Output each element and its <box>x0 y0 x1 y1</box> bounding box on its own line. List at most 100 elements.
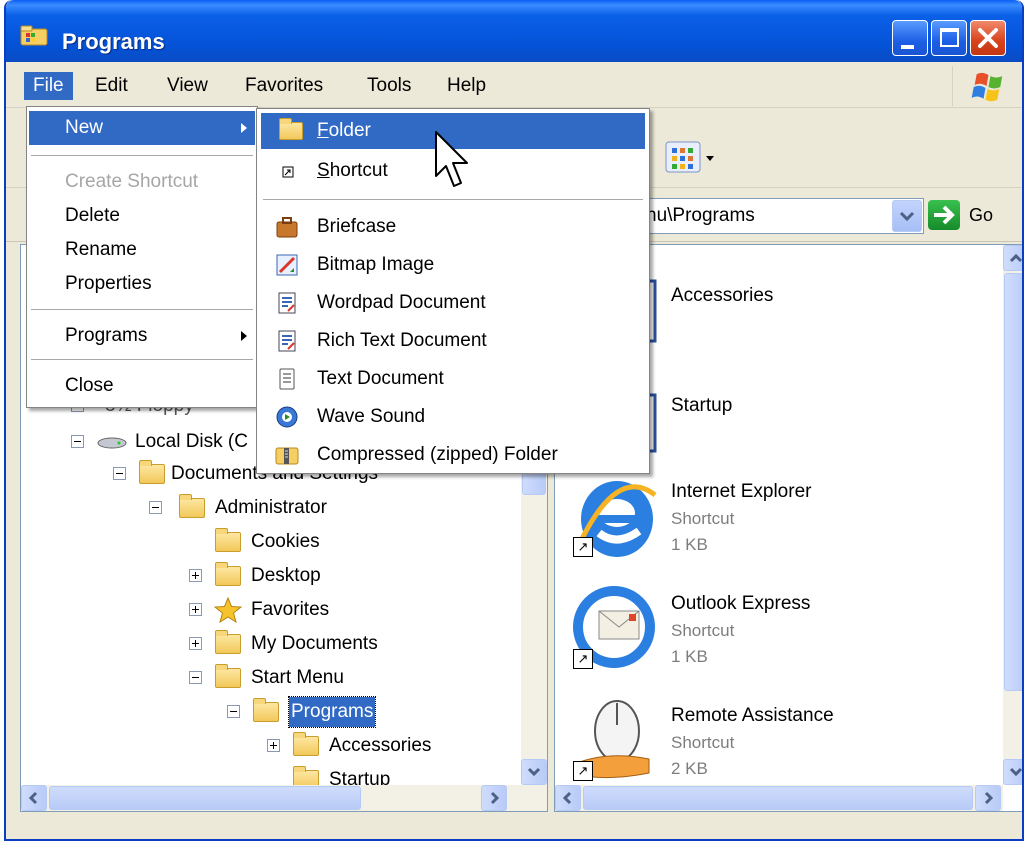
files-vertical-scrollbar[interactable] <box>1003 245 1022 785</box>
scroll-left-button[interactable] <box>555 785 581 811</box>
title-bar[interactable]: Programs <box>6 0 1022 62</box>
chevron-down-icon <box>527 767 541 777</box>
file-item-internet-explorer[interactable]: Internet Explorer <box>671 481 811 503</box>
scroll-right-button[interactable] <box>975 785 1001 811</box>
tree-label: Local Disk (C <box>135 431 248 452</box>
sound-icon <box>276 406 298 428</box>
close-button[interactable] <box>970 20 1006 56</box>
collapse-toggle[interactable] <box>189 671 202 684</box>
scroll-up-button[interactable] <box>1003 245 1022 271</box>
menu-separator <box>31 155 253 156</box>
shortcut-arrow-icon: ↗ <box>573 537 593 557</box>
collapse-toggle[interactable] <box>149 501 162 514</box>
menu-separator <box>31 309 253 310</box>
tree-horizontal-scrollbar[interactable] <box>21 785 547 811</box>
scroll-thumb[interactable] <box>583 786 973 810</box>
files-horizontal-scrollbar[interactable] <box>555 785 1003 811</box>
scroll-thumb[interactable] <box>49 786 361 810</box>
menu-edit[interactable]: Edit <box>86 72 137 100</box>
rich-text-document-icon <box>278 330 296 352</box>
folder-icon <box>215 528 241 552</box>
tree-label: Accessories <box>329 735 432 756</box>
menu-item-label: Bitmap Image <box>317 254 435 275</box>
file-type: Shortcut <box>671 621 735 640</box>
file-item-remote-assistance[interactable]: Remote Assistance <box>671 705 834 727</box>
go-label[interactable]: Go <box>969 205 993 226</box>
minimize-button[interactable] <box>892 20 928 56</box>
collapse-toggle[interactable] <box>227 705 240 718</box>
menu-item-close[interactable]: Close <box>29 369 255 403</box>
file-size: 2 KB <box>671 759 708 778</box>
go-button[interactable] <box>928 200 960 230</box>
menu-file[interactable]: File <box>24 72 73 100</box>
menu-item-delete[interactable]: Delete <box>29 199 255 233</box>
scroll-left-button[interactable] <box>21 785 47 811</box>
expand-toggle[interactable] <box>189 569 202 582</box>
expand-toggle[interactable] <box>189 603 202 616</box>
briefcase-icon <box>276 217 298 238</box>
expand-toggle[interactable] <box>267 739 280 752</box>
windows-logo-icon <box>952 66 1003 106</box>
menu-view[interactable]: View <box>158 72 217 100</box>
file-item-accessories[interactable]: Accessories <box>671 285 773 307</box>
submenu-item-rich-text[interactable]: Rich Text Document <box>261 323 645 359</box>
chevron-down-icon <box>1009 767 1022 777</box>
chevron-right-icon <box>984 791 994 805</box>
scroll-thumb[interactable] <box>1004 273 1022 691</box>
tree-label-selected: Programs <box>287 696 377 728</box>
scroll-down-button[interactable] <box>1003 759 1022 785</box>
window-title: Programs <box>62 29 165 54</box>
menu-item-rename[interactable]: Rename <box>29 233 255 267</box>
collapse-toggle[interactable] <box>113 467 126 480</box>
menu-tools[interactable]: Tools <box>358 72 420 100</box>
file-size: 1 KB <box>671 647 708 666</box>
menu-item-label: Compressed (zipped) Folder <box>317 444 558 465</box>
views-icon[interactable] <box>664 140 726 174</box>
menu-item-label: Rename <box>65 239 137 260</box>
explorer-window: Programs File Edit View Favorites Tools … <box>4 0 1024 841</box>
tree-label: Cookies <box>251 531 320 552</box>
menu-item-label: Rich Text Document <box>317 330 487 351</box>
file-item-outlook-express[interactable]: Outlook Express <box>671 593 810 615</box>
maximize-button[interactable] <box>931 20 967 56</box>
menu-help[interactable]: Help <box>438 72 495 100</box>
address-dropdown-button[interactable] <box>892 200 922 232</box>
scroll-right-button[interactable] <box>481 785 507 811</box>
menu-item-label: Text Document <box>317 368 444 389</box>
submenu-item-zipped-folder[interactable]: Compressed (zipped) Folder <box>261 437 645 473</box>
chevron-left-icon <box>28 791 38 805</box>
menu-item-label: Properties <box>65 273 152 294</box>
zip-folder-icon <box>275 447 299 465</box>
wordpad-document-icon <box>278 292 296 314</box>
menu-item-programs[interactable]: Programs <box>29 319 255 353</box>
folder-open-icon <box>253 698 279 722</box>
folder-icon <box>279 118 303 140</box>
arrow-right-icon <box>934 205 955 225</box>
scroll-down-button[interactable] <box>521 759 547 785</box>
file-item-startup[interactable]: Startup <box>671 395 732 417</box>
minimize-icon <box>901 45 914 49</box>
chevron-right-icon <box>490 791 500 805</box>
chevron-down-icon <box>899 211 915 222</box>
menu-item-label: Shortcut <box>317 160 388 181</box>
menu-item-properties[interactable]: Properties <box>29 267 255 301</box>
folder-icon <box>215 664 241 688</box>
menu-item-new[interactable]: New <box>29 111 255 145</box>
menu-separator <box>31 359 253 360</box>
expand-toggle[interactable] <box>189 637 202 650</box>
folder-icon <box>179 494 205 518</box>
submenu-item-text[interactable]: Text Document <box>261 361 645 397</box>
menu-item-label: Delete <box>65 205 120 226</box>
hard-drive-icon <box>97 437 127 449</box>
shortcut-arrow-icon: ↗ <box>573 761 593 781</box>
tree-label: My Documents <box>251 633 378 654</box>
submenu-item-bitmap[interactable]: Bitmap Image <box>261 247 645 283</box>
collapse-toggle[interactable] <box>71 435 84 448</box>
submenu-item-briefcase[interactable]: Briefcase <box>261 209 645 245</box>
submenu-item-wordpad[interactable]: Wordpad Document <box>261 285 645 321</box>
submenu-item-wave[interactable]: Wave Sound <box>261 399 645 435</box>
menu-separator <box>263 199 643 200</box>
menu-favorites[interactable]: Favorites <box>236 72 332 100</box>
tree-label: Desktop <box>251 565 321 586</box>
text-document-icon <box>279 368 295 390</box>
